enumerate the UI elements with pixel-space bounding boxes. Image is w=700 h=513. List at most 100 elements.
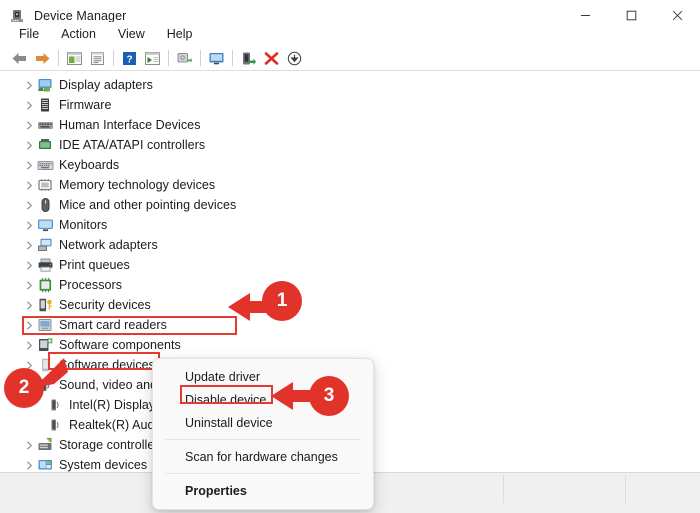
menu-action[interactable]: Action: [50, 25, 107, 43]
network-adapter-icon: [37, 237, 54, 253]
enable-device-icon[interactable]: [237, 47, 260, 69]
tree-item-label: Network adapters: [59, 238, 158, 252]
chevron-right-icon[interactable]: [21, 75, 37, 95]
memory-device-icon: [37, 177, 54, 193]
display-adapter-icon: [37, 77, 54, 93]
ide-controller-icon: [37, 137, 54, 153]
annotation-marker-2: 2: [4, 368, 44, 408]
tree-item-label: Realtek(R) Audio: [69, 418, 164, 432]
tree-item-label: Print queues: [59, 258, 130, 272]
tree-item[interactable]: Keyboards: [0, 155, 690, 175]
svg-text:?: ?: [126, 54, 132, 65]
chevron-right-icon[interactable]: [21, 335, 37, 355]
tree-item[interactable]: Print queues: [0, 255, 690, 275]
chevron-right-icon[interactable]: [21, 135, 37, 155]
tree-item-label: Memory technology devices: [59, 178, 215, 192]
printer-icon: [37, 257, 54, 273]
context-menu-label: Disable device: [185, 393, 266, 407]
context-menu-item-properties[interactable]: Properties: [153, 479, 373, 502]
tree-item-label: Software components: [59, 338, 181, 352]
context-menu-separator: [165, 473, 361, 474]
toolbar-separator: [200, 50, 201, 66]
software-component-icon: [37, 337, 54, 353]
chevron-right-icon[interactable]: [21, 215, 37, 235]
update-driver-icon[interactable]: [173, 47, 196, 69]
chevron-right-icon[interactable]: [21, 115, 37, 135]
context-menu-label: Scan for hardware changes: [185, 450, 338, 464]
keyboard-icon: [37, 157, 54, 173]
smart-card-reader-icon: [37, 317, 54, 333]
tree-item[interactable]: Software components: [0, 335, 690, 355]
menu-file[interactable]: File: [8, 25, 50, 43]
properties-icon[interactable]: [86, 47, 109, 69]
tree-item[interactable]: Human Interface Devices: [0, 115, 690, 135]
storage-controller-icon: [37, 437, 54, 453]
context-menu-label: Uninstall device: [185, 416, 273, 430]
toolbar-separator: [58, 50, 59, 66]
tree-item[interactable]: Monitors: [0, 215, 690, 235]
tree-item-label: System devices: [59, 458, 147, 472]
monitor-icon: [37, 217, 54, 233]
toolbar-separator: [168, 50, 169, 66]
device-manager-window: Device Manager File Action View Help: [0, 0, 700, 513]
menu-bar: File Action View Help: [0, 22, 700, 46]
chevron-right-icon[interactable]: [21, 175, 37, 195]
chevron-right-icon[interactable]: [21, 455, 37, 473]
tree-item[interactable]: Smart card readers: [0, 315, 690, 335]
tree-item[interactable]: Memory technology devices: [0, 175, 690, 195]
tree-item[interactable]: Processors: [0, 275, 690, 295]
annotation-number: 2: [19, 377, 30, 399]
scan-hardware-changes-icon[interactable]: [205, 47, 228, 69]
tree-item[interactable]: Display adapters: [0, 75, 690, 95]
context-menu-separator: [165, 439, 361, 440]
tree-item-label: Human Interface Devices: [59, 118, 201, 132]
tree-item-label: Firmware: [59, 98, 111, 112]
back-arrow-icon[interactable]: [8, 47, 31, 69]
tree-item-label: Security devices: [59, 298, 151, 312]
chevron-right-icon[interactable]: [21, 275, 37, 295]
uninstall-device-icon[interactable]: [260, 47, 283, 69]
chevron-right-icon[interactable]: [21, 235, 37, 255]
tree-item-label: Processors: [59, 278, 122, 292]
tree-item-label: Keyboards: [59, 158, 119, 172]
annotation-number: 1: [277, 290, 288, 312]
tree-item[interactable]: Firmware: [0, 95, 690, 115]
window-title: Device Manager: [34, 9, 126, 23]
tree-item[interactable]: IDE ATA/ATAPI controllers: [0, 135, 690, 155]
chevron-right-icon[interactable]: [21, 435, 37, 455]
help-icon[interactable]: ?: [118, 47, 141, 69]
status-bar-divider: [625, 475, 626, 503]
context-menu-item-scan-for-hardware-changes[interactable]: Scan for hardware changes: [153, 445, 373, 468]
annotation-number: 3: [324, 385, 335, 407]
toolbar: ?: [0, 46, 700, 70]
chevron-right-icon[interactable]: [21, 95, 37, 115]
tree-item[interactable]: Security devices: [0, 295, 690, 315]
chevron-right-icon[interactable]: [21, 255, 37, 275]
chevron-right-icon[interactable]: [21, 295, 37, 315]
processor-icon: [37, 277, 54, 293]
audio-device-icon: [47, 417, 64, 433]
menu-help[interactable]: Help: [156, 25, 204, 43]
annotation-marker-3: 3: [309, 376, 349, 416]
chevron-right-icon[interactable]: [21, 195, 37, 215]
show-hide-console-tree-icon[interactable]: [63, 47, 86, 69]
mouse-icon: [37, 197, 54, 213]
view-list-icon[interactable]: [141, 47, 164, 69]
tree-item-label: IDE ATA/ATAPI controllers: [59, 138, 205, 152]
annotation-marker-1: 1: [262, 281, 302, 321]
hid-icon: [37, 117, 54, 133]
tree-item-label: Mice and other pointing devices: [59, 198, 236, 212]
tree-item[interactable]: Network adapters: [0, 235, 690, 255]
tree-item[interactable]: Mice and other pointing devices: [0, 195, 690, 215]
disable-device-icon[interactable]: [283, 47, 306, 69]
menu-view[interactable]: View: [107, 25, 156, 43]
security-device-icon: [37, 297, 54, 313]
tree-item-label: Display adapters: [59, 78, 153, 92]
status-bar-divider: [503, 475, 504, 503]
chevron-right-icon[interactable]: [21, 315, 37, 335]
toolbar-separator: [232, 50, 233, 66]
tree-item-label: Storage controllers: [59, 438, 165, 452]
firmware-icon: [37, 97, 54, 113]
chevron-right-icon[interactable]: [21, 155, 37, 175]
forward-arrow-icon[interactable]: [31, 47, 54, 69]
